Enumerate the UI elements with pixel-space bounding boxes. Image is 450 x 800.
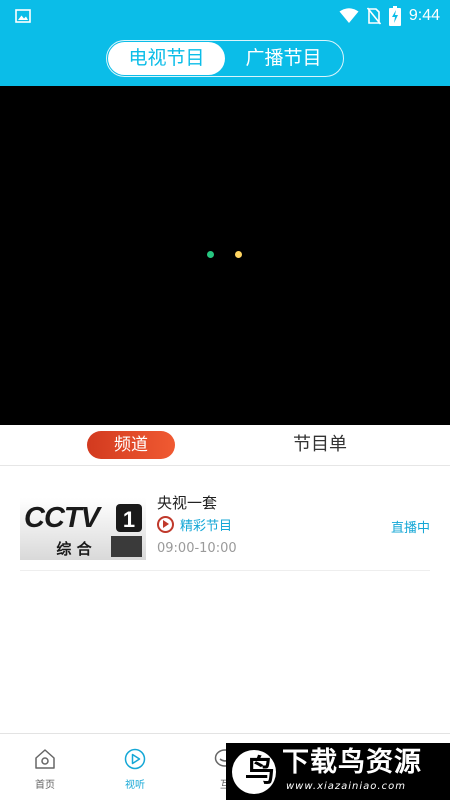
program-name: 精彩节目 xyxy=(180,519,233,534)
program-time: 09:00-10:00 xyxy=(157,541,237,556)
battery-charging-icon xyxy=(388,6,401,26)
current-program: 精彩节目 xyxy=(157,515,232,534)
live-status-badge: 直播中 xyxy=(390,521,430,536)
video-player[interactable] xyxy=(0,86,450,425)
home-icon xyxy=(35,749,55,769)
watermark-title: 下载鸟资源 xyxy=(282,747,422,778)
nav-item-media[interactable]: 视听 xyxy=(90,734,180,800)
tab-schedule[interactable]: 节目单 xyxy=(278,431,362,459)
tab-tv-programs[interactable]: 电视节目 xyxy=(108,42,225,75)
status-bar: 9:44 xyxy=(0,0,450,31)
loading-dot-green xyxy=(207,251,214,258)
watermark-url: www.xiazainiao.com xyxy=(286,781,406,792)
cctv1-logo: CCTV 1 综 合 xyxy=(20,498,146,560)
status-time: 9:44 xyxy=(408,7,440,24)
watermark-badge: 鸟 下载鸟资源 www.xiazainiao.com xyxy=(226,743,450,800)
channel-name: 央视一套 xyxy=(157,494,218,512)
svg-text:1: 1 xyxy=(123,507,135,532)
header: 电视节目 广播节目 xyxy=(0,31,450,86)
play-circle-icon xyxy=(124,748,146,770)
nav-label-home: 首页 xyxy=(35,780,55,791)
loading-dot-yellow xyxy=(235,251,242,258)
tab-channels[interactable]: 频道 xyxy=(87,431,175,459)
tab-radio-programs[interactable]: 广播节目 xyxy=(225,42,342,75)
watermark-logo: 鸟 xyxy=(232,750,276,794)
gallery-icon xyxy=(15,9,31,23)
nav-label-media: 视听 xyxy=(125,780,145,791)
watermark-logo-char: 鸟 xyxy=(245,754,275,789)
play-circle-icon xyxy=(157,516,174,533)
channel-list-item[interactable]: CCTV 1 综 合 央视一套 精彩节目 09:00-10:00 直播中 xyxy=(20,476,430,571)
status-icons: 9:44 xyxy=(339,4,440,28)
no-sim-icon xyxy=(366,7,381,25)
svg-text:CCTV: CCTV xyxy=(24,502,103,534)
program-type-switch: 电视节目 广播节目 xyxy=(106,40,344,77)
wifi-icon xyxy=(339,8,359,23)
nav-item-home[interactable]: 首页 xyxy=(0,734,90,800)
content-tabs: 频道 节目单 xyxy=(0,425,450,466)
svg-text:综 合: 综 合 xyxy=(56,540,92,558)
